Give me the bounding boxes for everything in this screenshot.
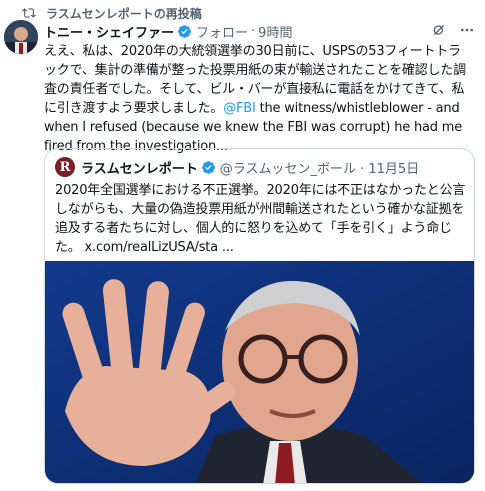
- repost-icon: [22, 8, 36, 18]
- quoted-post[interactable]: R ラスムセンレポート @ラスムッセン_ボール · 11月5日 2020年全国選…: [44, 148, 475, 484]
- quoted-post-text: 2020年全国選挙における不正選挙。2020年には不正はなかったと公言しながらも…: [55, 183, 466, 255]
- quoted-author-name[interactable]: ラスムセンレポート: [81, 158, 198, 177]
- repost-indicator[interactable]: ラスムセンレポートの再投稿: [22, 4, 202, 22]
- verified-badge-icon: [177, 24, 192, 39]
- quoted-handle-and-date: @ラスムッセン_ボール · 11月5日: [219, 161, 420, 177]
- quoted-post-header: R ラスムセンレポート @ラスムッセン_ボール · 11月5日: [55, 157, 466, 177]
- follow-link[interactable]: フォロー: [196, 22, 248, 41]
- quoted-author-avatar[interactable]: R: [55, 157, 75, 177]
- post-timestamp[interactable]: 9時間: [258, 22, 292, 41]
- grok-icon[interactable]: [431, 22, 447, 38]
- post-text: ええ、私は、2020年の大統領選挙の30日前に、USPSの53フィートトラックで…: [44, 42, 470, 156]
- quoted-verified-badge-icon: [201, 160, 216, 175]
- post-header: トニー・シェイファー フォロー · 9時間: [44, 22, 475, 41]
- quoted-post-image[interactable]: [45, 261, 474, 483]
- author-avatar[interactable]: [4, 20, 38, 54]
- more-options-icon[interactable]: [459, 22, 475, 38]
- author-name[interactable]: トニー・シェイファー: [44, 22, 174, 41]
- repost-text: ラスムセンレポートの再投稿: [46, 6, 202, 21]
- separator-dot: ·: [251, 23, 256, 39]
- mention-link[interactable]: @FBI: [223, 101, 256, 116]
